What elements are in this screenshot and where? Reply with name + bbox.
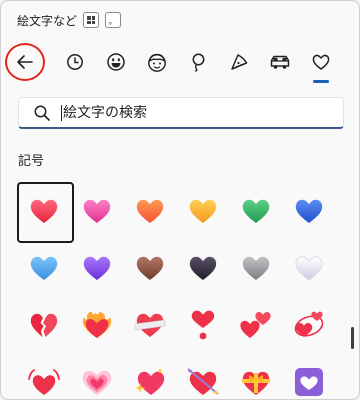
emoji-white-heart[interactable]	[282, 239, 335, 296]
tab-symbols[interactable]	[303, 44, 339, 83]
balloon-icon	[192, 53, 205, 72]
car-icon	[270, 55, 290, 69]
tab-emoji[interactable]	[98, 44, 134, 80]
clock-icon	[67, 54, 83, 70]
search-input[interactable]	[63, 104, 313, 121]
emoji-broken-heart[interactable]	[17, 296, 70, 353]
period-key: 。	[105, 12, 122, 28]
tab-people[interactable]	[139, 44, 175, 80]
emoji-heart-decoration[interactable]	[282, 353, 335, 399]
back-button[interactable]	[5, 43, 45, 81]
tab-travel[interactable]	[262, 44, 298, 80]
emoji-heart-on-fire[interactable]	[70, 296, 123, 353]
title-bar: 絵文字など 。	[17, 11, 122, 29]
emoji-sparkling-heart[interactable]	[123, 353, 176, 399]
smiley-icon	[107, 53, 125, 71]
heart-outline-icon	[312, 54, 330, 70]
emoji-grid	[17, 182, 335, 399]
emoji-purple-heart[interactable]	[70, 239, 123, 296]
text-cursor	[61, 104, 62, 121]
windows-key-icon	[83, 12, 100, 28]
emoji-orange-heart[interactable]	[123, 182, 176, 239]
panel-title: 絵文字など	[17, 13, 78, 28]
emoji-green-heart[interactable]	[229, 182, 282, 239]
emoji-heart-with-arrow[interactable]	[176, 353, 229, 399]
section-title: 記号	[18, 154, 45, 169]
emoji-revolving-hearts[interactable]	[282, 296, 335, 353]
emoji-blue-heart[interactable]	[282, 182, 335, 239]
tab-food[interactable]	[221, 44, 257, 80]
category-tabs	[5, 41, 355, 83]
scrollbar-thumb[interactable]	[351, 327, 354, 349]
tab-celebration[interactable]	[180, 44, 216, 80]
highlight-circle	[5, 43, 45, 81]
emoji-heart-with-ribbon[interactable]	[229, 353, 282, 399]
pizza-icon	[231, 54, 248, 70]
emoji-brown-heart[interactable]	[123, 239, 176, 296]
search-box[interactable]	[18, 97, 344, 129]
face-icon	[148, 53, 166, 72]
emoji-red-heart[interactable]	[17, 182, 74, 243]
active-tab-indicator	[313, 80, 329, 83]
emoji-pink-heart[interactable]	[70, 182, 123, 239]
emoji-two-hearts[interactable]	[229, 296, 282, 353]
emoji-grey-heart[interactable]	[229, 239, 282, 296]
emoji-beating-heart[interactable]	[17, 353, 70, 399]
emoji-heart-exclamation[interactable]	[176, 296, 229, 353]
tab-recent[interactable]	[57, 44, 93, 80]
emoji-growing-heart[interactable]	[70, 353, 123, 399]
emoji-mending-heart[interactable]	[123, 296, 176, 353]
emoji-yellow-heart[interactable]	[176, 182, 229, 239]
emoji-light-blue-heart[interactable]	[17, 239, 70, 296]
emoji-black-heart[interactable]	[176, 239, 229, 296]
emoji-panel: 絵文字など 。 絵文字の検索 記号	[0, 0, 360, 400]
search-icon	[34, 105, 50, 121]
